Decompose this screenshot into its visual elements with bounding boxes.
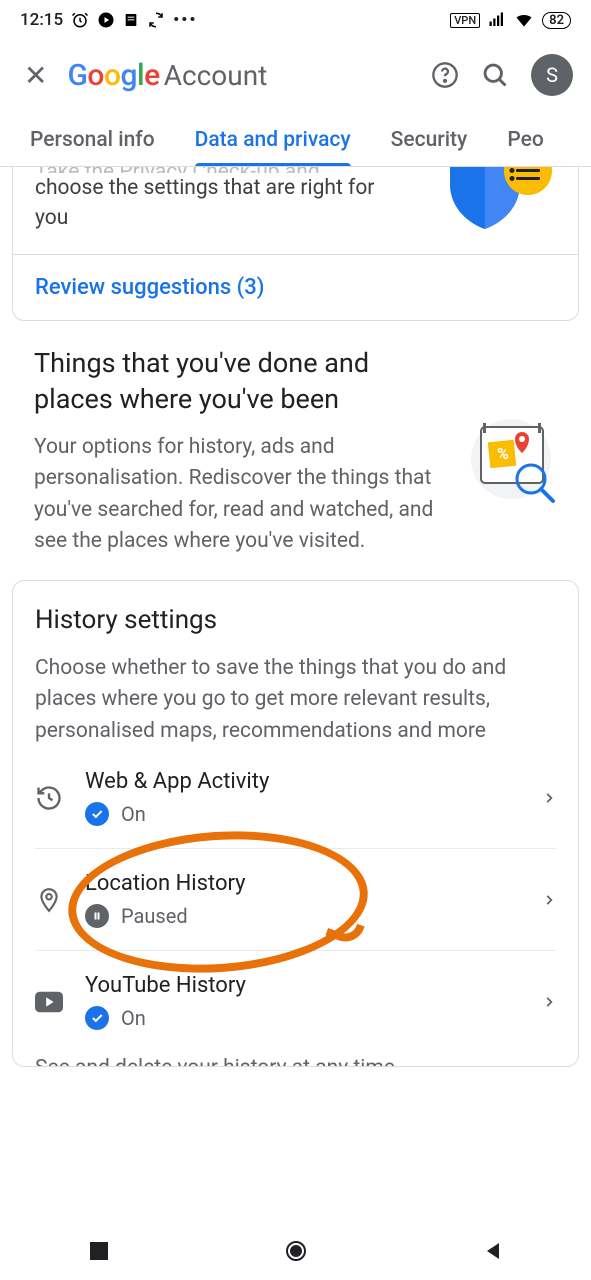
history-title: History settings	[35, 605, 556, 635]
privacy-checkup-card: Take the Privacy Check-up and choose the…	[12, 167, 579, 321]
avatar[interactable]: S	[531, 54, 573, 96]
check-on-icon	[85, 1006, 109, 1030]
web-activity-status: On	[121, 802, 146, 826]
history-cutoff-text: See and delete your history at any time	[35, 1052, 556, 1066]
check-on-icon	[85, 802, 109, 826]
tab-security[interactable]: Security	[391, 128, 468, 166]
nav-home-button[interactable]	[284, 1239, 308, 1263]
checkup-body-text: choose the settings that are right for y…	[35, 173, 395, 234]
history-desc: Choose whether to save the things that y…	[35, 653, 556, 748]
search-icon[interactable]	[481, 61, 509, 89]
location-pin-icon	[35, 887, 63, 913]
signal-icon	[488, 11, 506, 29]
history-settings-card: History settings Choose whether to save …	[12, 580, 579, 1068]
logo-account-text: Account	[164, 59, 268, 92]
things-title: Things that you've done and places where…	[34, 345, 434, 418]
youtube-icon	[35, 991, 63, 1013]
things-desc: Your options for history, ads and person…	[34, 432, 454, 558]
nav-back-button[interactable]	[481, 1239, 505, 1263]
nav-recent-button[interactable]	[87, 1239, 111, 1263]
note-icon	[123, 12, 139, 28]
location-history-row[interactable]: Location History Paused	[35, 849, 556, 951]
web-app-activity-row[interactable]: Web & App Activity On	[35, 747, 556, 849]
tab-people[interactable]: Peo	[507, 128, 543, 166]
play-icon	[97, 11, 115, 29]
alarm-icon	[71, 11, 89, 29]
location-history-status: Paused	[121, 904, 188, 928]
svg-text:%: %	[497, 444, 509, 463]
help-icon[interactable]	[431, 61, 459, 89]
web-activity-title: Web & App Activity	[85, 769, 520, 794]
things-section: Things that you've done and places where…	[12, 321, 579, 566]
pause-icon	[85, 904, 109, 928]
tab-personal-info[interactable]: Personal info	[30, 128, 155, 166]
sync-icon	[147, 11, 165, 29]
chevron-right-icon	[542, 990, 556, 1014]
chevron-right-icon	[542, 888, 556, 912]
history-clock-icon	[35, 784, 63, 812]
tabs: Personal info Data and privacy Security …	[0, 110, 591, 167]
youtube-history-row[interactable]: YouTube History On	[35, 951, 556, 1052]
more-icon: •••	[173, 10, 197, 30]
wifi-icon	[514, 10, 534, 30]
battery-indicator: 82	[542, 12, 571, 29]
calendar-illustration-icon: %	[469, 417, 559, 511]
checkup-shield-icon	[450, 167, 560, 238]
chevron-right-icon	[542, 786, 556, 810]
android-nav-bar	[0, 1222, 591, 1280]
app-header: ✕ Google Account S	[0, 40, 591, 110]
location-history-title: Location History	[85, 871, 520, 896]
vpn-indicator: VPN	[450, 13, 480, 28]
tab-data-privacy[interactable]: Data and privacy	[195, 128, 351, 166]
close-button[interactable]: ✕	[24, 59, 47, 92]
status-time: 12:15	[20, 10, 63, 30]
youtube-history-status: On	[121, 1006, 146, 1030]
youtube-history-title: YouTube History	[85, 973, 520, 998]
status-bar: 12:15 ••• VPN 82	[0, 0, 591, 40]
review-suggestions-link[interactable]: Review suggestions (3)	[13, 254, 578, 320]
google-account-logo: Google Account	[67, 58, 411, 93]
avatar-letter: S	[546, 63, 558, 87]
